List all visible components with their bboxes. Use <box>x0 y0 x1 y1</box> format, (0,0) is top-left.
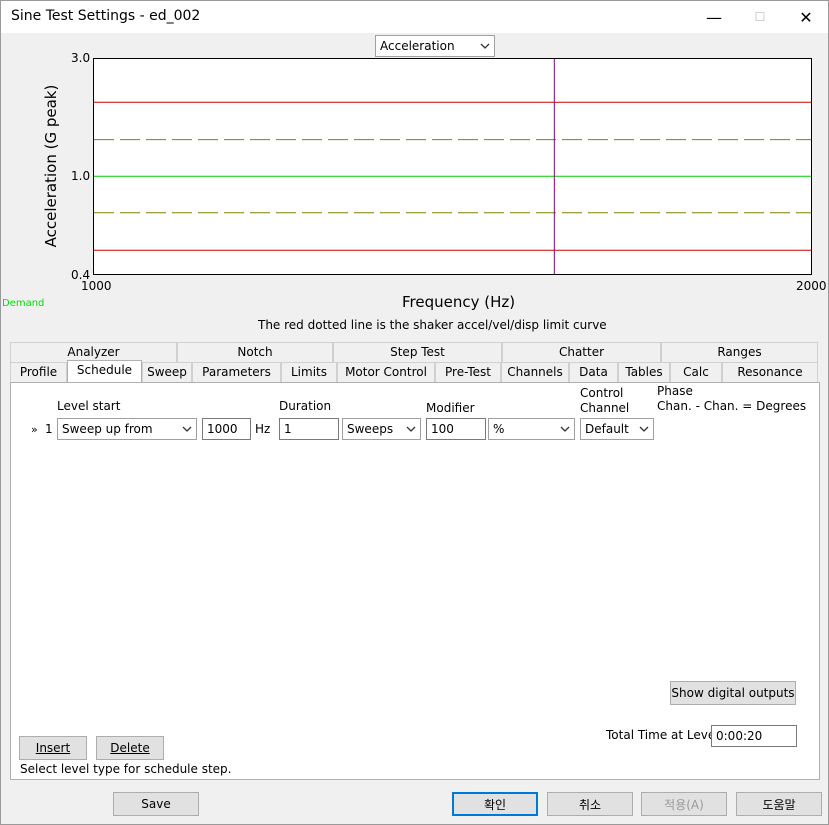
title-bar: Sine Test Settings - ed_002 — ☐ ✕ <box>1 1 828 33</box>
tab-schedule[interactable]: Schedule <box>67 360 142 382</box>
y-tick-label: 1.0 <box>71 169 91 183</box>
chevron-down-icon <box>480 43 490 49</box>
show-digital-outputs-button[interactable]: Show digital outputs <box>670 681 796 705</box>
duration-input[interactable]: 1 <box>279 418 339 440</box>
status-text: Select level type for schedule step. <box>20 762 232 776</box>
insert-button-label: Insert <box>35 741 71 755</box>
tab-tables[interactable]: Tables <box>618 362 670 382</box>
insert-button[interactable]: Insert <box>19 736 87 760</box>
minimize-button[interactable]: — <box>691 1 737 33</box>
control-channel-select[interactable]: Default <box>580 418 654 440</box>
close-icon: ✕ <box>799 7 813 27</box>
y-axis-label: Acceleration (G peak) <box>42 84 60 248</box>
tab-notch[interactable]: Notch <box>177 342 333 362</box>
tab-sweep[interactable]: Sweep <box>142 362 192 382</box>
x-tick-label: 2000 <box>796 279 827 293</box>
close-button[interactable]: ✕ <box>783 1 829 33</box>
modifier-header: Modifier <box>426 401 475 415</box>
control-channel-header: Control <box>580 386 624 400</box>
frequency-unit-label: Hz <box>255 422 271 436</box>
phase-header: Phase <box>657 384 693 398</box>
chevron-down-icon <box>560 426 570 432</box>
ok-button[interactable]: 확인 <box>452 792 538 816</box>
total-time-input[interactable]: 0:00:20 <box>711 725 797 747</box>
tab-resonance[interactable]: Resonance <box>722 362 818 382</box>
delete-button[interactable]: Delete <box>96 736 164 760</box>
row-selector-icon[interactable]: » <box>31 423 38 436</box>
tab-chatter[interactable]: Chatter <box>502 342 661 362</box>
tab-limits[interactable]: Limits <box>281 362 337 382</box>
duration-header: Duration <box>279 399 332 413</box>
tab-channels[interactable]: Channels <box>501 362 569 382</box>
acceleration-plot[interactable] <box>93 58 812 275</box>
y-tick-label: 3.0 <box>71 51 91 65</box>
modifier-input[interactable]: 100 <box>426 418 486 440</box>
x-tick-label: 1000 <box>81 279 112 293</box>
tab-data[interactable]: Data <box>569 362 618 382</box>
minimize-icon: — <box>706 7 722 27</box>
phase-header: Chan. - Chan. = Degrees <box>657 399 807 413</box>
level-start-header: Level start <box>57 399 121 413</box>
x-axis-label: Frequency (Hz) <box>402 293 516 311</box>
window-title: Sine Test Settings - ed_002 <box>11 8 201 24</box>
schedule-panel <box>10 382 820 780</box>
modifier-unit-value: % <box>493 422 505 436</box>
row-index: 1 <box>45 422 53 436</box>
control-channel-header: Channel <box>580 401 630 415</box>
control-channel-value: Default <box>585 422 629 436</box>
chart-display-select[interactable]: Acceleration <box>375 35 495 57</box>
cancel-button[interactable]: 취소 <box>547 792 633 816</box>
maximize-icon: ☐ <box>754 10 766 24</box>
chart-display-select-value: Acceleration <box>380 39 455 53</box>
tab-parameters[interactable]: Parameters <box>192 362 281 382</box>
help-button[interactable]: 도움말 <box>736 792 822 816</box>
limit-curve-caption: The red dotted line is the shaker accel/… <box>258 318 607 332</box>
tab-row-lower: Profile Schedule Sweep Parameters Limits… <box>10 360 818 382</box>
tab-pre-test[interactable]: Pre-Test <box>435 362 501 382</box>
level-type-value: Sweep up from <box>62 422 153 436</box>
tab-ranges[interactable]: Ranges <box>661 342 818 362</box>
sine-test-settings-window: Sine Test Settings - ed_002 — ☐ ✕ Accele… <box>0 0 829 825</box>
total-time-label: Total Time at Level <box>606 728 719 742</box>
tab-step-test[interactable]: Step Test <box>333 342 502 362</box>
save-button[interactable]: Save <box>113 792 199 816</box>
duration-unit-value: Sweeps <box>347 422 394 436</box>
tab-row-upper: Analyzer Notch Step Test Chatter Ranges <box>10 342 818 362</box>
tab-profile[interactable]: Profile <box>10 362 67 382</box>
apply-button[interactable]: 적용(A) <box>641 792 727 816</box>
chevron-down-icon <box>639 426 649 432</box>
tab-motor-control[interactable]: Motor Control <box>337 362 435 382</box>
chevron-down-icon <box>182 426 192 432</box>
chevron-down-icon <box>406 426 416 432</box>
tab-analyzer[interactable]: Analyzer <box>10 342 177 362</box>
tab-calc[interactable]: Calc <box>670 362 722 382</box>
modifier-unit-select[interactable]: % <box>488 418 575 440</box>
demand-label: Demand <box>2 298 45 309</box>
maximize-button[interactable]: ☐ <box>737 1 783 33</box>
level-type-select[interactable]: Sweep up from <box>57 418 197 440</box>
duration-unit-select[interactable]: Sweeps <box>342 418 421 440</box>
frequency-input[interactable]: 1000 <box>202 418 251 440</box>
delete-button-label: Delete <box>110 741 150 755</box>
